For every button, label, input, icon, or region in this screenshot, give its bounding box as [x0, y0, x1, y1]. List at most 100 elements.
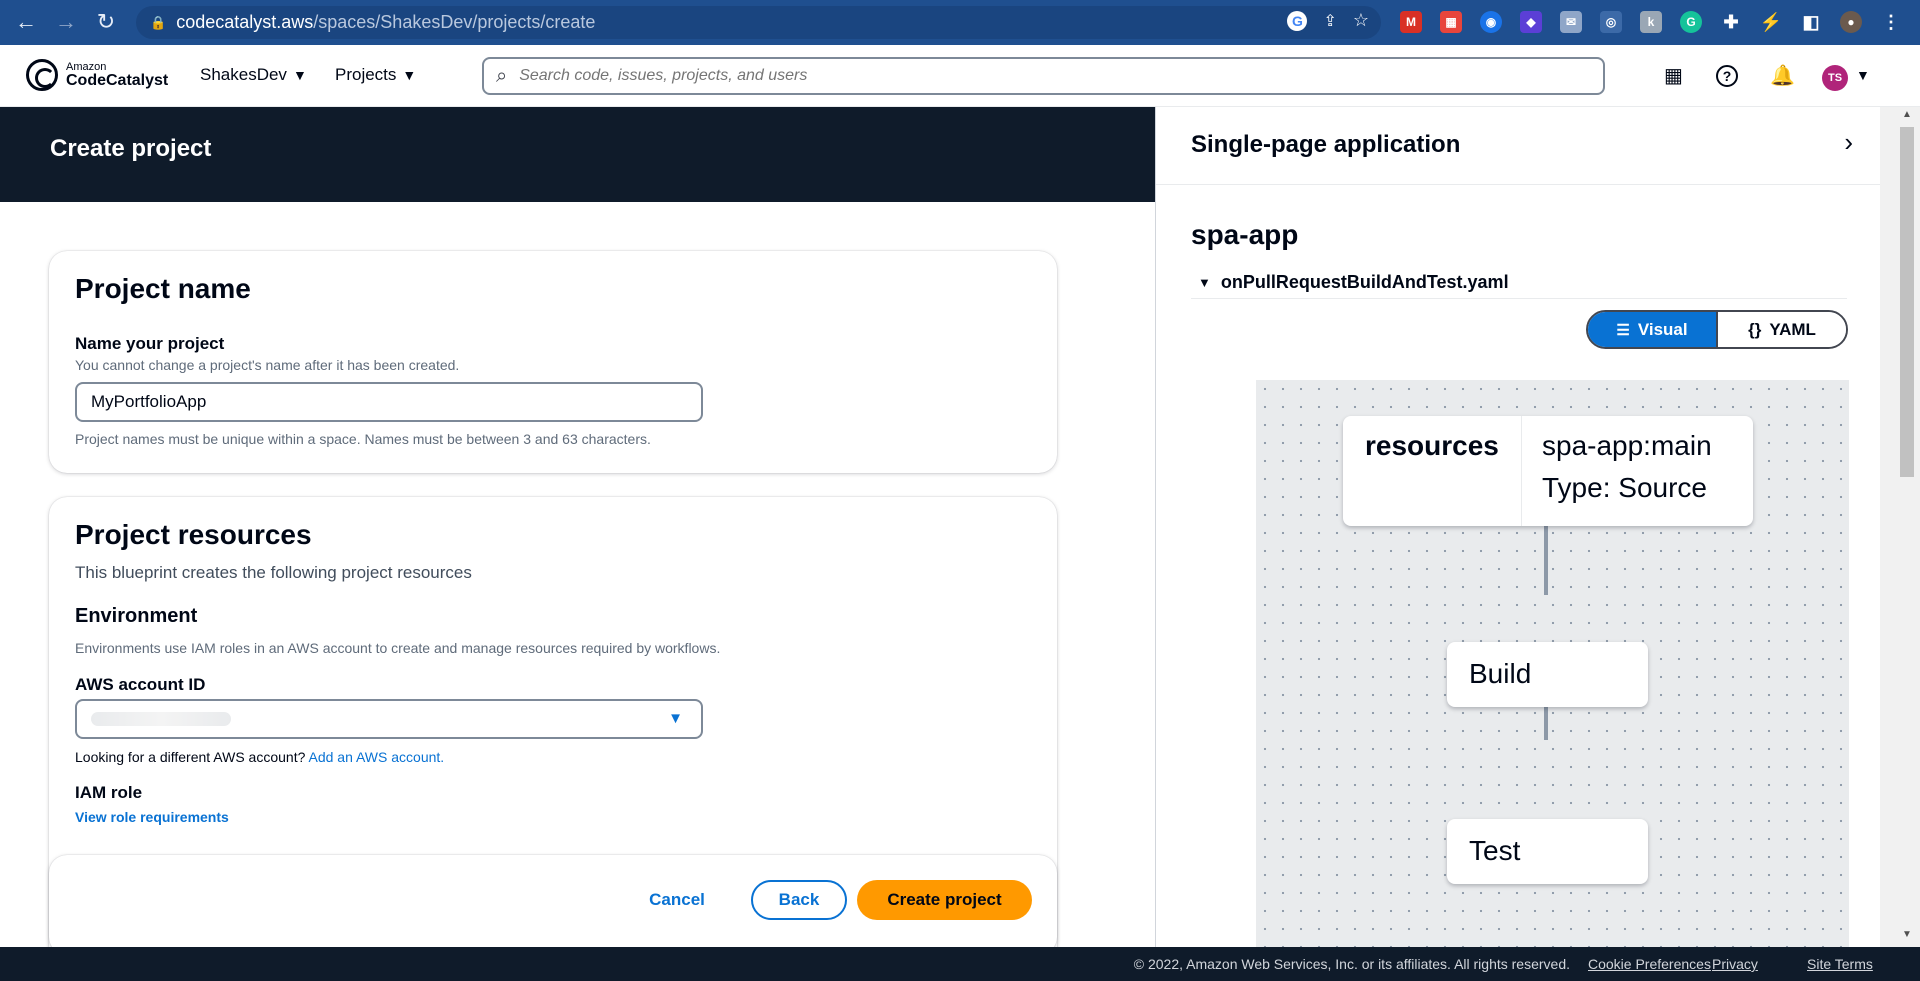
address-bar[interactable]: 🔒 codecatalyst.aws/spaces/ShakesDev/proj… — [136, 6, 1381, 39]
caret-down-icon: ▼ — [1198, 275, 1211, 290]
url-path: /spaces/ShakesDev/projects/create — [313, 12, 596, 32]
space-menu[interactable]: ShakesDev ▼ — [200, 65, 307, 85]
project-name-heading: Project name — [75, 273, 251, 304]
projects-menu-label: Projects — [335, 65, 397, 84]
yaml-label: YAML — [1769, 319, 1816, 339]
back-button[interactable]: Back — [751, 880, 847, 920]
project-name-input[interactable]: MyPortfolioApp — [75, 382, 703, 422]
visual-view-button[interactable]: ☰ Visual — [1588, 312, 1716, 347]
calendar-icon[interactable]: ▦ — [1664, 63, 1683, 88]
iam-role-label: IAM role — [75, 783, 143, 802]
project-resources-heading: Project resources — [75, 519, 312, 550]
add-aws-account-link[interactable]: Add an AWS account. — [309, 749, 445, 765]
page-footer: © 2022, Amazon Web Services, Inc. or its… — [0, 947, 1920, 981]
extension-k-icon[interactable]: k — [1640, 11, 1662, 33]
build-node-label: Build — [1469, 658, 1532, 689]
back-arrow-icon[interactable]: ← — [8, 4, 44, 40]
grammarly-icon[interactable]: G — [1680, 11, 1702, 33]
bookmark-star-icon[interactable]: ☆ — [1353, 10, 1369, 31]
build-action-node[interactable]: Build — [1447, 642, 1648, 707]
select-caret-icon: ▼ — [668, 710, 683, 727]
page-banner: Create project — [0, 107, 1155, 202]
bolt-icon[interactable]: ⚡ — [1760, 11, 1782, 33]
scrollbar-thumb[interactable] — [1900, 127, 1914, 477]
kebab-menu-icon[interactable]: ⋮ — [1880, 11, 1902, 33]
page-scrollbar[interactable]: ▲ ▼ — [1880, 107, 1920, 947]
search-input[interactable] — [519, 67, 1520, 85]
panel-title: Single-page application — [1191, 131, 1461, 158]
help-icon[interactable]: ? — [1716, 65, 1738, 87]
source-node-type: Type: Source — [1542, 472, 1707, 503]
source-node[interactable]: resources spa-app:main Type: Source — [1343, 416, 1753, 526]
global-search[interactable]: ⌕ — [482, 57, 1605, 95]
extension-mail-icon[interactable]: ✉ — [1560, 11, 1582, 33]
environment-heading: Environment — [75, 605, 198, 627]
extension-camera-icon[interactable]: ◎ — [1600, 11, 1622, 33]
reload-icon[interactable]: ↻ — [88, 4, 124, 40]
view-role-requirements-link[interactable]: View role requirements — [75, 809, 229, 825]
yaml-view-button[interactable]: {} YAML — [1716, 312, 1846, 347]
braces-icon: {} — [1748, 319, 1762, 339]
blueprint-details-panel: Single-page application › spa-app ▼ onPu… — [1155, 107, 1880, 947]
cookie-preferences-link[interactable]: Cookie Preferences — [1588, 956, 1711, 972]
view-mode-toggle: ☰ Visual {} YAML — [1586, 310, 1848, 349]
google-icon[interactable]: G — [1287, 10, 1308, 31]
aws-account-help-text: Looking for a different AWS account? — [75, 749, 306, 765]
logo-small-text: Amazon — [66, 60, 107, 73]
test-node-label: Test — [1469, 835, 1521, 866]
source-node-name: spa-app:main — [1542, 430, 1712, 461]
notification-bell-icon[interactable]: 🔔 — [1770, 63, 1795, 88]
cancel-button[interactable]: Cancel — [637, 880, 717, 920]
extension-diamond-icon[interactable]: ◆ — [1520, 11, 1542, 33]
share-icon[interactable]: ⇪ — [1323, 11, 1336, 31]
copyright-text: © 2022, Amazon Web Services, Inc. or its… — [1133, 956, 1570, 972]
site-terms-link[interactable]: Site Terms — [1807, 956, 1873, 972]
lock-icon: 🔒 — [150, 14, 167, 30]
create-project-button[interactable]: Create project — [857, 880, 1032, 920]
caret-down-icon: ▼ — [292, 67, 307, 83]
scroll-down-arrow-icon[interactable]: ▼ — [1902, 929, 1912, 940]
puzzle-icon[interactable]: ✚ — [1720, 11, 1742, 33]
page-title: Create project — [50, 135, 212, 162]
user-avatar[interactable]: TS — [1822, 65, 1848, 91]
profile-avatar-icon[interactable]: ● — [1840, 11, 1862, 33]
redacted-account-id — [91, 712, 231, 726]
codecatalyst-logo[interactable]: Amazon CodeCatalyst — [26, 59, 168, 91]
scroll-up-arrow-icon[interactable]: ▲ — [1902, 109, 1912, 120]
visual-icon: ☰ — [1616, 321, 1630, 339]
caret-down-icon: ▼ — [402, 67, 417, 83]
codecatalyst-logo-icon — [26, 59, 58, 91]
project-resources-subtitle: This blueprint creates the following pro… — [75, 563, 472, 582]
aws-account-help: Looking for a different AWS account? Add… — [75, 749, 444, 765]
extension-m-icon[interactable]: M — [1400, 11, 1422, 33]
space-menu-label: ShakesDev — [200, 65, 287, 84]
extension-grid-icon[interactable]: ▦ — [1440, 11, 1462, 33]
panel-header: Single-page application › — [1156, 107, 1880, 185]
forward-arrow-icon[interactable]: → — [48, 4, 84, 40]
aws-account-select[interactable]: ▼ — [75, 699, 703, 739]
chevron-right-icon[interactable]: › — [1844, 127, 1853, 158]
logo-big-text: CodeCatalyst — [66, 71, 169, 89]
form-actions: Cancel Back Create project — [49, 855, 1057, 955]
workflow-expander[interactable]: ▼ onPullRequestBuildAndTest.yaml — [1198, 272, 1509, 293]
project-name-constraint: Project names must be unique within a sp… — [75, 431, 651, 447]
caret-down-icon[interactable]: ▼ — [1856, 67, 1870, 83]
privacy-link[interactable]: Privacy — [1712, 956, 1758, 972]
project-name-label: Name your project — [75, 334, 225, 353]
app-header: Amazon CodeCatalyst ShakesDev ▼ Projects… — [0, 45, 1920, 107]
workflow-visual-canvas[interactable]: resources spa-app:main Type: Source Buil… — [1256, 380, 1849, 947]
extension-pin-icon[interactable]: ◉ — [1480, 11, 1502, 33]
project-name-description: You cannot change a project's name after… — [75, 357, 460, 373]
url-host: codecatalyst.aws — [176, 12, 314, 32]
extensions-bar: M ▦ ◉ ◆ ✉ ◎ k G ✚ ⚡ ◧ ● ⋮ — [1400, 11, 1902, 33]
divider — [1191, 298, 1847, 299]
create-project-form: Project name Name your project You canno… — [0, 202, 1155, 947]
browser-toolbar: ← → ↻ 🔒 codecatalyst.aws/spaces/ShakesDe… — [0, 0, 1920, 45]
workflow-file-name: onPullRequestBuildAndTest.yaml — [1220, 272, 1509, 292]
projects-menu[interactable]: Projects ▼ — [335, 65, 416, 85]
sidepanel-icon[interactable]: ◧ — [1800, 11, 1822, 33]
search-icon: ⌕ — [496, 64, 508, 87]
source-node-label: resources — [1365, 430, 1499, 461]
test-action-node[interactable]: Test — [1447, 819, 1648, 884]
visual-label: Visual — [1637, 319, 1688, 339]
